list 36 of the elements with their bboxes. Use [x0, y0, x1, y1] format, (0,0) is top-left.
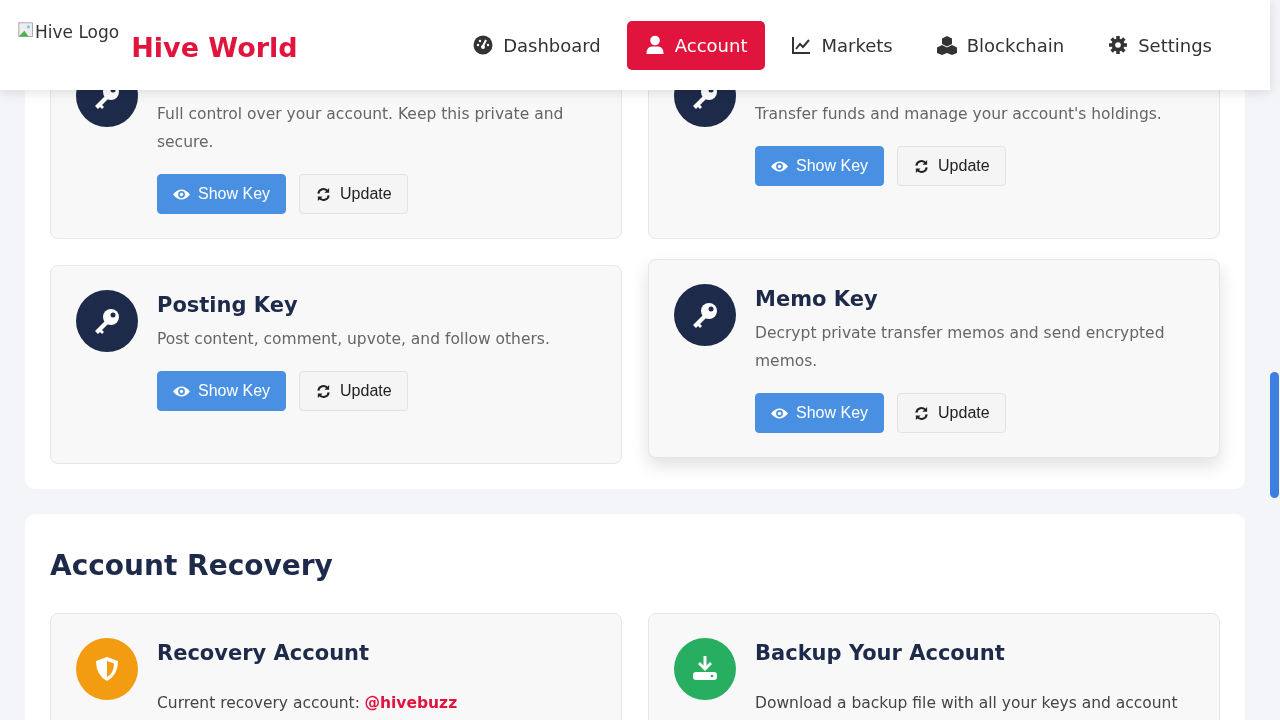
- cubes-icon: [936, 35, 957, 55]
- chart-icon: [791, 35, 812, 55]
- gauge-icon: [473, 35, 494, 55]
- nav-tab[interactable]: Settings: [1090, 20, 1230, 70]
- broken-image-icon: [18, 22, 34, 38]
- update-button[interactable]: Update: [299, 174, 408, 214]
- eye-icon: [173, 383, 190, 399]
- card-description: Post content, comment, upvote, and follow others.: [157, 329, 551, 350]
- card-description: Decrypt private transfer memos and send encrypted memos.: [755, 323, 1166, 372]
- card-description: Transfer funds and manage your account's holdings.: [755, 104, 1163, 125]
- update-button[interactable]: Update: [897, 146, 1006, 186]
- card-title: Backup Your Account: [755, 640, 1006, 667]
- section-heading: Account Recovery: [50, 548, 334, 584]
- account-link[interactable]: @hivebuzz: [364, 694, 458, 712]
- eye-icon: [173, 186, 190, 202]
- update-button[interactable]: Update: [299, 371, 408, 411]
- card-description: Full control over your account. Keep this private and secure.: [157, 104, 565, 153]
- nav-tab[interactable]: Dashboard: [455, 20, 619, 70]
- gear-icon: [1108, 35, 1129, 55]
- eye-icon: [771, 158, 788, 174]
- nav-tab[interactable]: Markets: [773, 20, 911, 70]
- card-text: Download a backup file with all your keys and account: [755, 693, 1179, 714]
- update-button[interactable]: Update: [897, 393, 1006, 433]
- scrollbar-thumb[interactable]: [1270, 372, 1279, 498]
- nav-tab[interactable]: Account: [626, 20, 766, 70]
- key-icon: [76, 290, 138, 352]
- nav-tab[interactable]: Blockchain: [918, 20, 1083, 70]
- card-title: Posting Key: [157, 292, 299, 319]
- eye-icon: [771, 405, 788, 421]
- card-text: Current recovery account: @hivebuzz: [157, 693, 459, 714]
- brand-name: Hive World: [131, 31, 298, 63]
- user-icon: [644, 35, 665, 55]
- logo-alt-text: Hive Logo: [35, 22, 120, 42]
- card-title: Memo Key: [755, 286, 879, 313]
- card-title: Recovery Account: [157, 640, 371, 667]
- key-icon: [674, 284, 736, 346]
